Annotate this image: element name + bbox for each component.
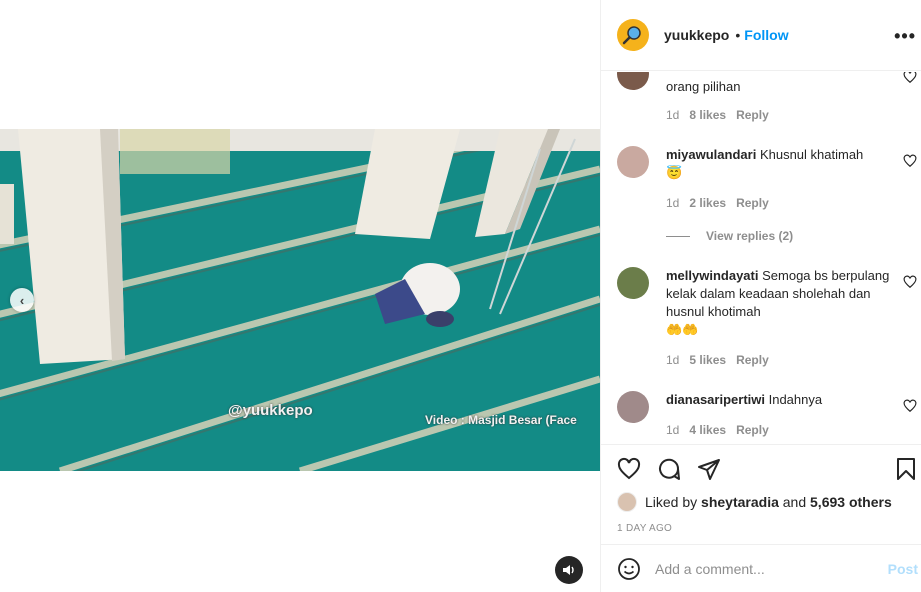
likes-others-count[interactable]: 5,693 others [810, 494, 892, 510]
likes-prefix: Liked by [645, 494, 698, 510]
comment-text-body: Indahnya [768, 392, 823, 407]
post-media: @yuukkepo Video : Masjid Besar (Face ‹ [0, 0, 600, 592]
comment-text-body: orang pilihan [666, 79, 741, 94]
comment-age: 1d [666, 353, 680, 367]
replies-divider [666, 235, 690, 237]
post-comment-button[interactable]: Post [888, 561, 918, 577]
liker-username[interactable]: sheytaradia [701, 494, 779, 510]
speaker-icon [563, 565, 574, 575]
video-credit: Video : Masjid Besar (Face [425, 413, 577, 427]
bookmark-icon[interactable] [894, 457, 918, 481]
post-actions: Liked by sheytaradia and 5,693 others 1 … [601, 444, 921, 544]
comment-meta: 1d 8 likes Reply [666, 108, 779, 122]
reply-button[interactable]: Reply [736, 423, 769, 437]
comment-text: orang pilihan [666, 72, 891, 96]
comment-likes[interactable]: 4 likes [689, 423, 726, 437]
post-sidebar: yuukkepo • Follow ••• orang pilihan 1d 8 … [600, 0, 921, 592]
comment-age: 1d [666, 196, 680, 210]
commenter-username[interactable]: miyawulandari [666, 147, 756, 162]
reply-button[interactable]: Reply [736, 196, 769, 210]
likes-conj: and [782, 494, 807, 510]
comment-list[interactable]: orang pilihan 1d 8 likes Reply miyawulanda… [601, 72, 921, 444]
heart-icon[interactable] [903, 154, 917, 168]
heart-icon[interactable] [903, 399, 917, 413]
comment-text: dianasaripertiwi Indahnya [666, 391, 891, 409]
liker-avatar[interactable] [617, 492, 637, 512]
reply-button[interactable]: Reply [736, 353, 769, 367]
emoji-smiley-icon[interactable] [617, 557, 641, 581]
comment-text-body: Khusnul khatimah [759, 147, 864, 162]
view-replies-label: View replies (2) [706, 229, 794, 243]
more-options-icon[interactable]: ••• [894, 26, 916, 47]
comment-emoji: 😇 [666, 165, 683, 180]
comment-input[interactable]: Add a comment... [655, 561, 875, 577]
heart-icon[interactable] [903, 72, 917, 84]
comment-likes[interactable]: 5 likes [689, 353, 726, 367]
sound-toggle-button[interactable] [555, 556, 583, 584]
video-watermark: @yuukkepo [228, 402, 313, 419]
post-timestamp[interactable]: 1 DAY AGO [617, 523, 672, 534]
comment-bubble-icon[interactable] [657, 457, 681, 481]
comment-meta: 1d 4 likes Reply [666, 423, 779, 437]
add-comment-bar: Add a comment... Post [601, 544, 921, 592]
post-video[interactable]: @yuukkepo Video : Masjid Besar (Face [0, 129, 600, 471]
commenter-avatar[interactable] [617, 146, 649, 178]
action-icons [617, 457, 721, 481]
comment-age: 1d [666, 108, 680, 122]
chevron-left-icon: ‹ [19, 292, 25, 308]
post-header: yuukkepo • Follow ••• [601, 0, 921, 71]
magnifier-icon [622, 26, 641, 45]
commenter-avatar[interactable] [617, 72, 649, 90]
comment-age: 1d [666, 423, 680, 437]
comment-likes[interactable]: 8 likes [689, 108, 726, 122]
view-replies-button[interactable]: View replies (2) [666, 229, 793, 243]
comment-text: mellywindayati Semoga bs berpulang kelak… [666, 267, 891, 339]
comment-meta: 1d 5 likes Reply [666, 353, 779, 367]
commenter-avatar[interactable] [617, 391, 649, 423]
commenter-avatar[interactable] [617, 267, 649, 299]
follow-button[interactable]: Follow [744, 27, 788, 43]
reply-button[interactable]: Reply [736, 108, 769, 122]
commenter-username[interactable]: dianasaripertiwi [666, 392, 765, 407]
likes-summary: Liked by sheytaradia and 5,693 others [617, 492, 892, 512]
separator-dot: • [735, 27, 741, 43]
comment-text: miyawulandari Khusnul khatimah 😇 [666, 146, 891, 182]
previous-slide-button[interactable]: ‹ [10, 288, 34, 312]
commenter-username[interactable]: mellywindayati [666, 268, 758, 283]
post-username[interactable]: yuukkepo [664, 27, 729, 43]
like-heart-icon[interactable] [617, 457, 641, 481]
profile-avatar[interactable] [617, 19, 649, 51]
share-paper-plane-icon[interactable] [697, 457, 721, 481]
comment-likes[interactable]: 2 likes [689, 196, 726, 210]
heart-icon[interactable] [903, 275, 917, 289]
comment-emoji: 🤲🤲 [666, 322, 699, 337]
comment-meta: 1d 2 likes Reply [666, 196, 779, 210]
